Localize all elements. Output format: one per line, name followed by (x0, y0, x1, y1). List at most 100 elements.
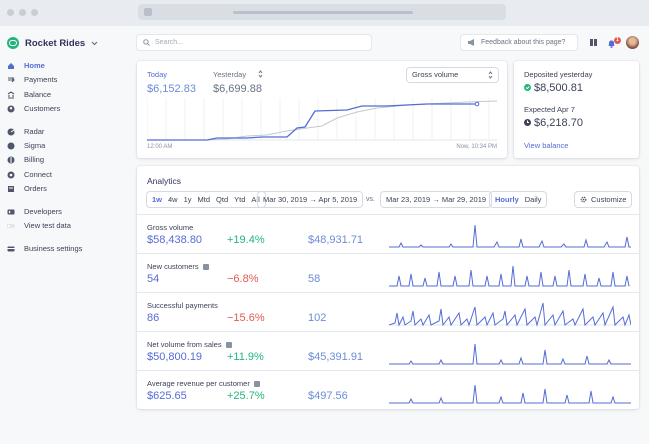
metric-row-new-customers[interactable]: New customers 54 −6.8% 58 (137, 253, 639, 292)
today-value: $6,152.83 (147, 83, 196, 95)
sidebar-item-connect[interactable]: Connect (7, 170, 52, 179)
sidebar-item-payments[interactable]: Payments (7, 75, 57, 84)
granularity-toggle[interactable]: Hourly Daily (490, 192, 546, 207)
metric-change: −6.8% (227, 273, 259, 285)
address-bar[interactable] (138, 4, 506, 20)
metric-row-average-revenue[interactable]: Average revenue per customer $625.65 +25… (137, 370, 639, 409)
customers-icon (7, 105, 15, 112)
feedback-button[interactable]: Feedback about this page? (461, 35, 577, 50)
clock-icon (524, 119, 531, 126)
connect-icon (7, 171, 15, 178)
metric-previous: $45,391.91 (308, 351, 364, 363)
window-maximize-dot[interactable] (31, 9, 38, 16)
sort-icon[interactable] (258, 70, 263, 78)
sparkline-average-revenue (389, 384, 631, 404)
feedback-label: Feedback about this page? (481, 39, 566, 46)
balance-icon (7, 90, 15, 99)
metric-row-gross-volume[interactable]: Gross volume $58,438.80 +19.4% $48,931.7… (137, 214, 639, 253)
range-selector[interactable]: 1w 4w 1y Mtd Qtd Ytd All (147, 192, 265, 207)
metric-value: $58,438.80 (147, 234, 203, 246)
search-icon (143, 39, 150, 46)
yesterday-label[interactable]: Yesterday (213, 70, 246, 79)
info-icon[interactable] (253, 381, 260, 388)
chart-start-time: 12:00 AM (147, 144, 173, 150)
sidebar-item-view-test-data[interactable]: View test data (7, 221, 71, 230)
date-range-picker[interactable]: Mar 30, 2019 → Apr 5, 2019 (258, 192, 362, 207)
toggle-icon[interactable] (7, 222, 15, 230)
expected-label: Expected Apr 7 (524, 105, 575, 114)
payments-icon (8, 76, 15, 82)
account-switcher[interactable]: Rocket Rides (7, 37, 98, 49)
select-arrows-icon (488, 71, 493, 79)
range-ytd[interactable]: Ytd (231, 192, 248, 207)
metric-row-successful-payments[interactable]: Successful payments 86 −15.6% 102 (137, 292, 639, 331)
sidebar-item-customers[interactable]: Customers (7, 104, 60, 113)
developers-icon (7, 209, 15, 214)
metric-change: +19.4% (227, 234, 265, 246)
metric-row-net-volume[interactable]: Net volume from sales $50,800.19 +11.9% … (137, 331, 639, 370)
customize-button[interactable]: Customize (575, 192, 631, 207)
range-4w[interactable]: 4w (165, 192, 181, 207)
sidebar-item-balance[interactable]: Balance (7, 90, 51, 99)
metric-title: Gross volume (147, 223, 194, 232)
range-1y[interactable]: 1y (181, 192, 195, 207)
deposited-label: Deposited yesterday (524, 70, 593, 79)
window-close-dot[interactable] (7, 9, 14, 16)
sidebar-item-business-settings[interactable]: Business settings (7, 244, 82, 253)
check-icon (524, 84, 531, 91)
search-placeholder: Search... (155, 39, 184, 46)
today-card: Today $6,152.83 Yesterday $6,699.88 Gros… (137, 61, 507, 158)
megaphone-icon (468, 39, 474, 46)
today-label[interactable]: Today (147, 70, 167, 79)
docs-icon[interactable] (589, 38, 598, 47)
metric-previous: $48,931.71 (308, 234, 364, 246)
metric-select-value: Gross volume (412, 70, 459, 79)
sidebar-item-developers[interactable]: Developers (7, 207, 62, 216)
info-icon[interactable] (225, 342, 232, 349)
metric-title: Average revenue per customer (147, 379, 260, 388)
metric-title: Net volume from sales (147, 340, 232, 349)
window-minimize-dot[interactable] (19, 9, 26, 16)
radar-icon (7, 128, 15, 135)
info-icon[interactable] (202, 264, 209, 271)
sidebar-item-home[interactable]: Home (7, 61, 45, 70)
analytics-title: Analytics (147, 176, 182, 186)
compare-range-picker[interactable]: Mar 23, 2019 → Mar 29, 2019 (381, 192, 491, 207)
metric-title: New customers (147, 262, 209, 271)
avatar[interactable] (626, 36, 639, 49)
metric-change: +25.7% (227, 390, 265, 402)
view-balance-link[interactable]: View balance (524, 141, 568, 150)
metric-previous: 58 (308, 273, 321, 285)
sidebar-item-radar[interactable]: Radar (7, 127, 44, 136)
metric-select[interactable]: Gross volume (407, 68, 498, 82)
orders-icon (8, 185, 14, 192)
customize-label: Customize (591, 195, 627, 204)
range-mtd[interactable]: Mtd (195, 192, 214, 207)
date-range-value: Mar 30, 2019 → Apr 5, 2019 (263, 195, 358, 204)
notification-badge: 1 (614, 37, 621, 44)
granularity-hourly[interactable]: Hourly (492, 192, 522, 207)
granularity-daily[interactable]: Daily (522, 192, 545, 207)
metric-previous: $497.56 (308, 390, 348, 402)
sigma-icon (7, 142, 15, 149)
sparkline-gross-volume (389, 224, 631, 248)
sparkline-successful-payments (389, 302, 631, 327)
tab-icon (144, 8, 152, 16)
address-text (233, 11, 413, 14)
sidebar-item-orders[interactable]: Orders (7, 184, 47, 193)
rocket-rides-logo-icon (7, 37, 19, 49)
metric-previous: 102 (308, 312, 327, 324)
yesterday-value: $6,699.88 (213, 83, 262, 95)
analytics-card: Analytics 1w 4w 1y Mtd Qtd Ytd All Mar 3… (137, 166, 639, 409)
metric-value: 54 (147, 273, 160, 285)
sidebar-item-sigma[interactable]: Sigma (7, 141, 45, 150)
range-1w[interactable]: 1w (149, 192, 165, 207)
home-icon (8, 62, 14, 69)
sidebar-item-billing[interactable]: Billing (7, 155, 44, 164)
browser-chrome (0, 0, 649, 26)
vs-label: vs. (366, 196, 375, 203)
metric-change: −15.6% (227, 312, 265, 324)
metric-change: +11.9% (227, 351, 264, 363)
range-qtd[interactable]: Qtd (213, 192, 231, 207)
search-input[interactable]: Search... (137, 35, 371, 50)
